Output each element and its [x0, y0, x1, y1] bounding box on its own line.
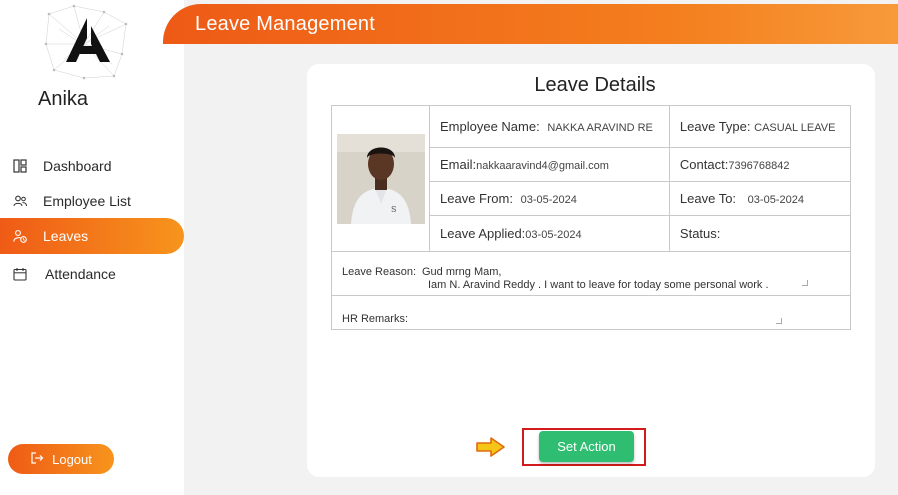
header-bar: Leave Management	[163, 4, 898, 44]
leave-user-icon	[12, 228, 28, 244]
set-action-button[interactable]: Set Action	[539, 431, 634, 462]
contact-value: 7396768842	[728, 160, 790, 172]
leave-reason-cell: Leave Reason: Gud mrng Mam, Iam N. Aravi…	[331, 251, 851, 296]
leave-type-value: CASUAL LEAVE	[754, 122, 836, 134]
sidebar-item-leaves[interactable]: Leaves	[0, 218, 184, 254]
sidebar-item-dashboard[interactable]: Dashboard	[0, 148, 184, 184]
hr-remarks-cell: HR Remarks:	[331, 295, 851, 330]
pointer-arrow-icon	[476, 437, 506, 462]
leave-reason-textarea[interactable]: Gud mrng Mam, Iam N. Aravind Reddy . I w…	[422, 266, 840, 291]
leave-from-cell: Leave From: 03-05-2024	[429, 181, 670, 216]
leave-applied-label: Leave Applied:	[440, 226, 526, 241]
employee-name-label: Employee Name:	[440, 119, 540, 134]
company-logo	[44, 4, 130, 80]
resize-handle-icon[interactable]	[802, 280, 808, 286]
card-title: Leave Details	[534, 74, 656, 96]
photo-cell: S	[331, 105, 430, 252]
employee-name-value: NAKKA ARAVIND RE	[547, 122, 653, 134]
leave-to-cell: Leave To: 03-05-2024	[668, 181, 852, 216]
leave-type-cell: Leave Type: CASUAL LEAVE	[668, 105, 852, 148]
sidebar: Anika Dashboard Employee List Leaves Att…	[0, 0, 184, 495]
sidebar-item-label: Attendance	[45, 266, 116, 282]
svg-text:S: S	[391, 205, 396, 214]
employee-photo: S	[336, 133, 425, 224]
sidebar-item-attendance[interactable]: Attendance	[0, 256, 184, 292]
leave-reason-label: Leave Reason:	[342, 266, 416, 278]
employee-name-cell: Employee Name: NAKKA ARAVIND RE	[429, 105, 670, 148]
resize-handle-icon[interactable]	[776, 318, 782, 324]
users-icon	[12, 193, 28, 209]
sidebar-item-label: Dashboard	[43, 158, 112, 174]
logout-label: Logout	[52, 451, 92, 467]
logout-button[interactable]: Logout	[8, 444, 114, 474]
dashboard-icon	[12, 158, 28, 174]
sidebar-item-employee-list[interactable]: Employee List	[0, 183, 184, 219]
calendar-icon	[12, 266, 28, 282]
leave-reason-line2: Iam N. Aravind Reddy . I want to leave f…	[428, 279, 769, 291]
leave-reason-line1: Gud mrng Mam,	[422, 266, 502, 278]
email-label: Email:	[440, 157, 477, 172]
contact-label: Contact:	[679, 157, 729, 172]
leave-applied-value: 03-05-2024	[525, 229, 582, 241]
leave-details-table: S Employee Name: NAKKA ARAVIND RE Leave …	[331, 105, 852, 330]
leave-from-label: Leave From:	[440, 191, 513, 206]
logout-icon	[30, 451, 44, 468]
leave-type-label: Leave Type:	[679, 119, 751, 134]
hr-remarks-label: HR Remarks:	[342, 312, 409, 325]
status-label: Status:	[679, 226, 721, 241]
leave-details-card: Leave Details S Employee Name: NAKKA ARA…	[307, 64, 875, 477]
brand-name: Anika	[38, 88, 89, 110]
leave-to-value: 03-05-2024	[747, 194, 804, 206]
contact-cell: Contact:7396768842	[668, 147, 852, 182]
email-value: nakkaaravind4@gmail.com	[476, 160, 609, 172]
sidebar-item-label: Leaves	[43, 228, 89, 244]
leave-from-value: 03-05-2024	[520, 194, 577, 206]
leave-applied-cell: Leave Applied:03-05-2024	[429, 215, 670, 252]
email-cell: Email:nakkaaravind4@gmail.com	[429, 147, 670, 182]
page-title: Leave Management	[195, 13, 375, 35]
sidebar-item-label: Employee List	[43, 193, 131, 209]
status-cell: Status:	[668, 215, 852, 252]
leave-to-label: Leave To:	[679, 191, 737, 206]
